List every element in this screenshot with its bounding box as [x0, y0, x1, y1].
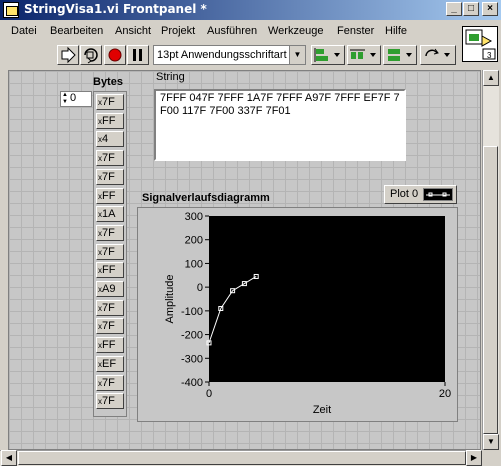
byte-value: 7F	[102, 320, 115, 333]
string-label: String	[156, 71, 185, 83]
byte-value: 7F	[102, 245, 115, 258]
x-axis-label: Zeit	[313, 404, 331, 416]
byte-cell[interactable]: x7F	[96, 318, 124, 335]
byte-cell[interactable]: x7F	[96, 94, 124, 110]
vi-icon-number: 3	[487, 51, 492, 60]
y-axis-label: Amplitude	[164, 275, 176, 324]
run-continuously-icon[interactable]	[80, 45, 102, 65]
bytes-label: Bytes	[93, 76, 123, 88]
minimize-button[interactable]: _	[446, 2, 462, 16]
plot-legend-swatch[interactable]	[423, 188, 453, 201]
menu-werkzeuge[interactable]: Werkzeuge	[268, 25, 323, 37]
chart-plot: 3002001000-100-200-300-4000 20ZeitAmplitu…	[164, 211, 451, 416]
byte-value: FF	[102, 264, 116, 277]
align-icon[interactable]	[311, 45, 345, 65]
y-tick-label: 300	[185, 211, 203, 223]
byte-value: A9	[102, 283, 116, 295]
close-button[interactable]: ×	[482, 2, 498, 16]
array-index-value[interactable]: 0	[70, 92, 76, 104]
menu-fenster[interactable]: Fenster	[337, 25, 374, 37]
y-tick-label: 100	[185, 258, 203, 270]
plot-area	[209, 216, 445, 382]
byte-value: 7F	[102, 301, 115, 314]
y-tick-label: -400	[181, 377, 203, 389]
byte-cell[interactable]: x7F	[96, 150, 124, 167]
byte-value: FF	[102, 339, 116, 352]
horizontal-scroll-thumb[interactable]	[18, 451, 466, 465]
y-tick-label: -200	[181, 330, 203, 342]
byte-value: 7F	[102, 226, 115, 239]
byte-cell[interactable]: xEF	[96, 355, 124, 372]
menu-ansicht[interactable]: Ansicht	[115, 25, 151, 37]
resize-icon[interactable]	[383, 45, 417, 65]
byte-cell[interactable]: x7F	[96, 243, 124, 260]
vertical-scroll-thumb[interactable]	[483, 146, 498, 434]
byte-value: FF	[102, 189, 116, 202]
chart-title: Signalverlaufsdiagramm	[142, 192, 270, 204]
x-tick-label: 0	[206, 388, 212, 400]
byte-value: 7F	[102, 170, 115, 183]
labview-vi-icon[interactable]	[3, 2, 19, 18]
font-select[interactable]: 13pt Anwendungsschriftart	[153, 45, 306, 65]
x-tick-label: 20	[439, 388, 451, 400]
maximize-button[interactable]: □	[463, 2, 479, 16]
byte-cell[interactable]: x7F	[96, 224, 124, 241]
byte-cell[interactable]: xFF	[96, 337, 124, 354]
run-arrow-icon[interactable]	[57, 45, 79, 65]
byte-cell[interactable]: x7F	[96, 299, 124, 316]
y-tick-label: 200	[185, 235, 203, 247]
byte-value: 7F	[102, 376, 115, 389]
byte-cell[interactable]: x4	[96, 131, 124, 148]
index-spinner-icon[interactable]: ▲ ▼	[61, 92, 69, 106]
chevron-down-icon[interactable]: ▼	[289, 46, 305, 64]
byte-cell[interactable]: xFF	[96, 112, 124, 129]
window-title: StringVisa1.vi Frontpanel *	[24, 2, 207, 16]
menu-datei[interactable]: Datei	[11, 25, 37, 37]
y-tick-label: -300	[181, 353, 203, 365]
byte-cell[interactable]: x7F	[96, 393, 124, 410]
byte-value: 7F	[102, 96, 115, 108]
scroll-right-icon[interactable]: ▶	[466, 450, 482, 466]
byte-value: 7F	[102, 152, 115, 165]
plot-legend-label: Plot 0	[390, 188, 419, 200]
byte-value: EF	[102, 357, 117, 370]
y-tick-label: -100	[181, 306, 203, 318]
byte-cell[interactable]: xFF	[96, 187, 124, 204]
byte-value: 7F	[102, 395, 115, 408]
string-value: 7FFF 047F 7FFF 1A7F 7FFF A97F 7FFF EF7F …	[160, 92, 400, 117]
menu-ausfuehren[interactable]: Ausführen	[207, 25, 257, 37]
byte-cell[interactable]: xFF	[96, 262, 124, 279]
byte-cell[interactable]: x1A	[96, 206, 124, 223]
byte-value: FF	[102, 114, 116, 127]
byte-cell[interactable]: x7F	[96, 374, 124, 391]
byte-value: 1A	[102, 208, 116, 221]
pause-icon[interactable]	[127, 45, 149, 65]
scroll-down-icon[interactable]: ▼	[483, 434, 499, 450]
scroll-up-icon[interactable]: ▲	[483, 70, 499, 86]
y-tick-label: 0	[197, 282, 203, 294]
vi-connector-icon[interactable]: 3	[462, 26, 498, 62]
reorder-icon[interactable]	[420, 45, 456, 65]
byte-cell[interactable]: x7F	[96, 168, 124, 185]
scroll-left-icon[interactable]: ◀	[1, 450, 17, 466]
abort-icon[interactable]	[104, 45, 126, 65]
distribute-icon[interactable]	[347, 45, 381, 65]
menu-bearbeiten[interactable]: Bearbeiten	[50, 25, 103, 37]
menu-projekt[interactable]: Projekt	[161, 25, 195, 37]
byte-cell[interactable]: xA9	[96, 281, 124, 297]
menu-hilfe[interactable]: Hilfe	[385, 25, 407, 37]
byte-value: 4	[102, 133, 109, 146]
